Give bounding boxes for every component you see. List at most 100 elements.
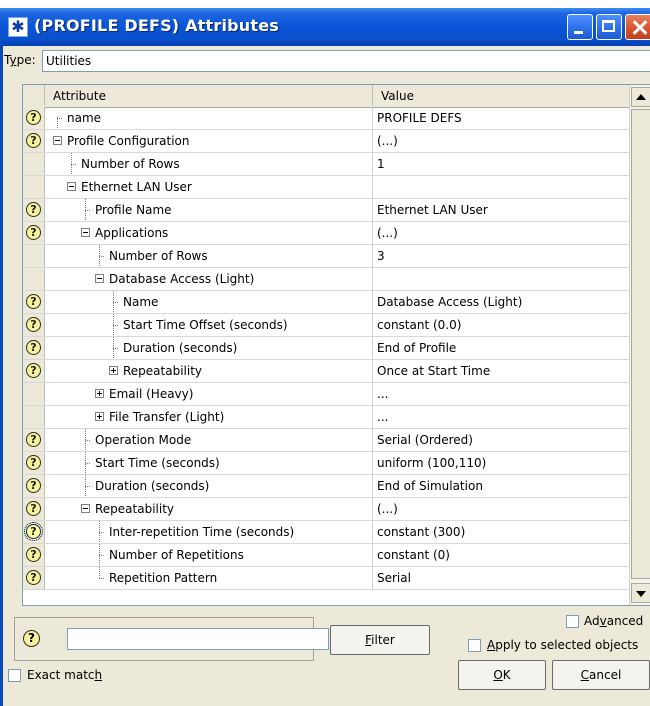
attribute-cell[interactable]: Duration (seconds) [45, 475, 373, 497]
value-cell[interactable]: 1 [373, 153, 629, 175]
table-row[interactable]: ? Profile Configuration (...) [23, 130, 629, 153]
value-cell[interactable]: ... [373, 383, 629, 405]
help-icon[interactable]: ? [26, 225, 41, 240]
value-cell[interactable]: End of Simulation [373, 475, 629, 497]
table-row[interactable]: ? Repeatability Once at Start Time [23, 360, 629, 383]
attribute-cell[interactable]: Repeatability [45, 360, 373, 382]
table-row[interactable]: ? Start Time (seconds) uniform (100,110) [23, 452, 629, 475]
value-cell[interactable]: Serial (Ordered) [373, 429, 629, 451]
table-row[interactable]: ? Applications (...) [23, 222, 629, 245]
attribute-cell[interactable]: Number of Rows [45, 153, 373, 175]
value-cell[interactable]: ... [373, 406, 629, 428]
attribute-cell[interactable]: Operation Mode [45, 429, 373, 451]
table-row[interactable]: ? Operation Mode Serial (Ordered) [23, 429, 629, 452]
value-cell[interactable]: 3 [373, 245, 629, 267]
table-row[interactable]: ? Start Time Offset (seconds) constant (0.… [23, 314, 629, 337]
maximize-button[interactable] [596, 14, 622, 40]
collapse-icon[interactable] [53, 136, 62, 145]
help-icon[interactable]: ? [26, 547, 41, 562]
table-row[interactable]: ? Repetition Pattern Serial [23, 567, 629, 590]
value-cell[interactable]: Once at Start Time [373, 360, 629, 382]
vertical-scrollbar[interactable] [629, 85, 650, 605]
advanced-box[interactable] [566, 615, 579, 628]
attribute-cell[interactable]: Number of Repetitions [45, 544, 373, 566]
attribute-cell[interactable]: Inter-repetition Time (seconds) [45, 521, 373, 543]
value-cell[interactable]: uniform (100,110) [373, 452, 629, 474]
value-cell[interactable]: End of Profile [373, 337, 629, 359]
close-button[interactable] [625, 14, 650, 40]
attribute-cell[interactable]: name [45, 107, 373, 129]
table-row[interactable]: ? Repeatability (...) [23, 498, 629, 521]
cancel-button[interactable]: Cancel [552, 660, 650, 690]
ok-button[interactable]: OK [458, 660, 546, 690]
value-cell[interactable] [373, 268, 629, 290]
attribute-cell[interactable]: Applications [45, 222, 373, 244]
value-cell[interactable]: constant (0) [373, 544, 629, 566]
help-icon[interactable]: ? [26, 110, 41, 125]
attribute-cell[interactable]: Name [45, 291, 373, 313]
header-value[interactable]: Value [373, 85, 631, 106]
value-cell[interactable]: Serial [373, 567, 629, 589]
attribute-cell[interactable]: Ethernet LAN User [45, 176, 373, 198]
expand-icon[interactable] [95, 412, 104, 421]
minimize-button[interactable] [567, 14, 593, 40]
value-cell[interactable]: constant (300) [373, 521, 629, 543]
value-cell[interactable]: (...) [373, 498, 629, 520]
table-row[interactable]: Database Access (Light) [23, 268, 629, 291]
help-icon[interactable]: ? [26, 570, 41, 585]
help-icon[interactable]: ? [26, 455, 41, 470]
help-icon[interactable]: ? [26, 133, 41, 148]
table-row[interactable]: Number of Rows 3 [23, 245, 629, 268]
table-row[interactable]: Number of Rows 1 [23, 153, 629, 176]
table-row[interactable]: ? Name Database Access (Light) [23, 291, 629, 314]
collapse-icon[interactable] [67, 182, 76, 191]
help-icon[interactable]: ? [26, 294, 41, 309]
help-icon[interactable]: ? [26, 202, 41, 217]
help-icon[interactable]: ? [26, 478, 41, 493]
attribute-cell[interactable]: File Transfer (Light) [45, 406, 373, 428]
attribute-cell[interactable]: Database Access (Light) [45, 268, 373, 290]
type-field[interactable]: Utilities [42, 50, 650, 72]
header-attribute[interactable]: Attribute [45, 85, 373, 106]
value-cell[interactable]: (...) [373, 130, 629, 152]
table-row[interactable]: Email (Heavy)... [23, 383, 629, 406]
table-row[interactable]: ? Duration (seconds) End of Profile [23, 337, 629, 360]
attribute-cell[interactable]: Start Time Offset (seconds) [45, 314, 373, 336]
attribute-cell[interactable]: Duration (seconds) [45, 337, 373, 359]
table-row[interactable]: ? Profile Name Ethernet LAN User [23, 199, 629, 222]
attribute-cell[interactable]: Profile Configuration [45, 130, 373, 152]
expand-icon[interactable] [95, 389, 104, 398]
value-cell[interactable]: (...) [373, 222, 629, 244]
help-icon[interactable]: ? [26, 317, 41, 332]
title-bar[interactable]: ✱ (PROFILE DEFS) Attributes [0, 8, 650, 46]
attribute-cell[interactable]: Repeatability [45, 498, 373, 520]
exact-match-box[interactable] [8, 669, 21, 682]
collapse-icon[interactable] [81, 228, 90, 237]
help-icon[interactable]: ? [23, 630, 40, 647]
help-icon[interactable]: ? [24, 522, 43, 541]
table-row[interactable]: Ethernet LAN User [23, 176, 629, 199]
table-row[interactable]: ? name PROFILE DEFS [23, 107, 629, 130]
filter-input[interactable] [67, 628, 329, 650]
attribute-cell[interactable]: Profile Name [45, 199, 373, 221]
collapse-icon[interactable] [81, 504, 90, 513]
expand-icon[interactable] [109, 366, 118, 375]
value-cell[interactable] [373, 176, 629, 198]
table-row[interactable]: File Transfer (Light)... [23, 406, 629, 429]
value-cell[interactable]: Database Access (Light) [373, 291, 629, 313]
filter-button[interactable]: Filter [330, 625, 430, 655]
attribute-cell[interactable]: Number of Rows [45, 245, 373, 267]
value-cell[interactable]: Ethernet LAN User [373, 199, 629, 221]
help-icon[interactable]: ? [26, 501, 41, 516]
table-row[interactable]: ? Number of Repetitions constant (0) [23, 544, 629, 567]
scroll-up-button[interactable] [631, 87, 650, 107]
attribute-cell[interactable]: Email (Heavy) [45, 383, 373, 405]
table-row[interactable]: ? Inter-repetition Time (seconds) constant… [23, 521, 629, 544]
value-cell[interactable]: PROFILE DEFS [373, 107, 629, 129]
help-icon[interactable]: ? [26, 363, 41, 378]
attribute-cell[interactable]: Start Time (seconds) [45, 452, 373, 474]
value-cell[interactable]: constant (0.0) [373, 314, 629, 336]
apply-box[interactable] [468, 639, 481, 652]
collapse-icon[interactable] [95, 274, 104, 283]
help-icon[interactable]: ? [26, 340, 41, 355]
